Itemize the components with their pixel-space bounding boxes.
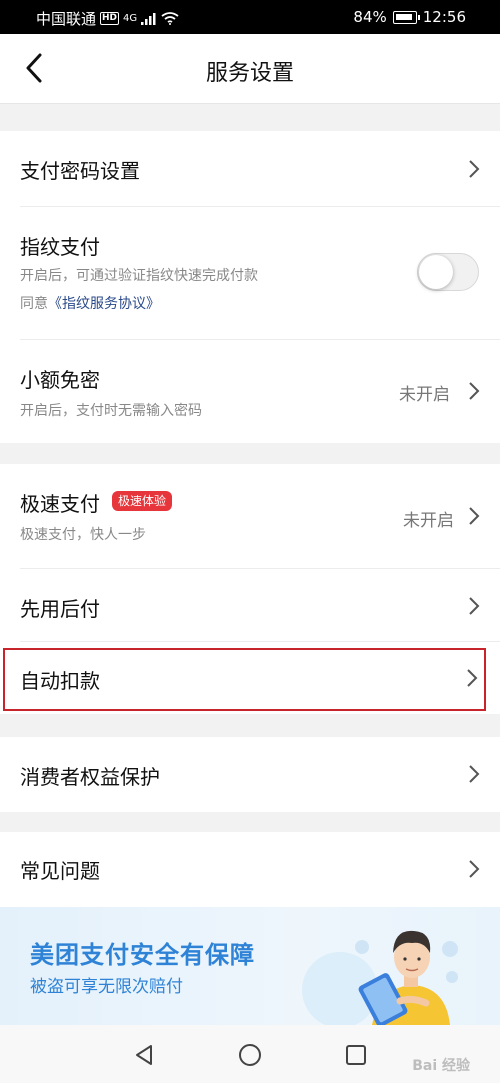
home-circle-icon[interactable] (238, 1043, 262, 1067)
signal-icon (141, 12, 156, 25)
row-pay-later[interactable]: 先用后付 (0, 569, 500, 641)
status-right: 84% 12:56 (353, 8, 466, 26)
person-with-phone-illustration (302, 930, 458, 1025)
chevron-right-icon (469, 597, 480, 615)
hd-icon: HD (100, 12, 120, 25)
row-fingerprint-pay: 指纹支付 开启后，可通过验证指纹快速完成付款 同意《指纹服务协议》 (0, 207, 500, 339)
agreement-line: 同意《指纹服务协议》 (20, 293, 160, 313)
chevron-right-icon (467, 669, 478, 687)
row-title: 消费者权益保护 (20, 765, 160, 789)
settings-group-help: 常见问题 (0, 832, 500, 907)
row-title: 自动扣款 (20, 669, 100, 693)
wifi-icon (161, 12, 179, 25)
row-title: 指纹支付 (20, 235, 100, 259)
recents-square-icon[interactable] (344, 1043, 368, 1067)
nav-bar: 服务设置 (0, 34, 500, 104)
chevron-right-icon (469, 382, 480, 400)
row-express-pay[interactable]: 极速支付 极速体验 极速支付，快人一步 未开启 (0, 464, 500, 568)
settings-group-security: 支付密码设置 指纹支付 开启后，可通过验证指纹快速完成付款 同意《指纹服务协议》… (0, 131, 500, 443)
agreement-prefix: 同意 (20, 296, 48, 312)
banner-subtitle: 被盗可享无限次赔付 (30, 977, 183, 997)
fingerprint-toggle[interactable] (417, 253, 479, 291)
row-auto-debit[interactable]: 自动扣款 (0, 642, 500, 714)
row-small-amount-no-password[interactable]: 小额免密 开启后，支付时无需输入密码 未开启 (0, 340, 500, 443)
row-payment-password[interactable]: 支付密码设置 (0, 131, 500, 206)
status-text: 未开启 (403, 511, 454, 531)
chevron-right-icon (469, 860, 480, 878)
watermark: Bai 经验 (412, 1058, 470, 1074)
chevron-right-icon (469, 765, 480, 783)
row-subtitle: 极速支付，快人一步 (20, 527, 146, 543)
chevron-right-icon (469, 507, 480, 525)
row-subtitle: 开启后，可通过验证指纹快速完成付款 (20, 268, 258, 284)
row-faq[interactable]: 常见问题 (0, 832, 500, 907)
system-nav-bar: Bai 经验 (0, 1025, 500, 1083)
settings-group-payment: 极速支付 极速体验 极速支付，快人一步 未开启 先用后付 自动扣款 (0, 464, 500, 714)
page-title: 服务设置 (205, 61, 294, 86)
clock: 12:56 (422, 8, 466, 26)
express-badge: 极速体验 (112, 491, 173, 511)
row-consumer-protection[interactable]: 消费者权益保护 (0, 737, 500, 812)
row-title: 支付密码设置 (20, 159, 140, 183)
back-triangle-icon[interactable] (132, 1043, 156, 1067)
row-title: 先用后付 (20, 597, 100, 621)
banner-title: 美团支付安全有保障 (30, 941, 255, 969)
row-title: 极速支付 (20, 492, 100, 516)
toggle-knob (419, 255, 453, 289)
status-bar: 中国联通 HD 4G 84% 12:56 (0, 0, 500, 34)
carrier-name: 中国联通 (36, 10, 97, 28)
battery-percent: 84% (353, 8, 387, 26)
network-type: 4G (123, 13, 138, 24)
battery-icon (392, 10, 420, 24)
chevron-right-icon (469, 160, 480, 178)
status-left: 中国联通 HD 4G (36, 8, 179, 29)
settings-group-protection: 消费者权益保护 (0, 737, 500, 812)
row-subtitle: 开启后，支付时无需输入密码 (20, 403, 202, 419)
fingerprint-agreement-link[interactable]: 《指纹服务协议》 (48, 296, 160, 312)
row-title: 小额免密 (20, 368, 100, 392)
row-title: 常见问题 (20, 859, 100, 883)
status-text: 未开启 (399, 385, 450, 405)
security-banner[interactable]: 美团支付安全有保障 被盗可享无限次赔付 (0, 907, 500, 1025)
